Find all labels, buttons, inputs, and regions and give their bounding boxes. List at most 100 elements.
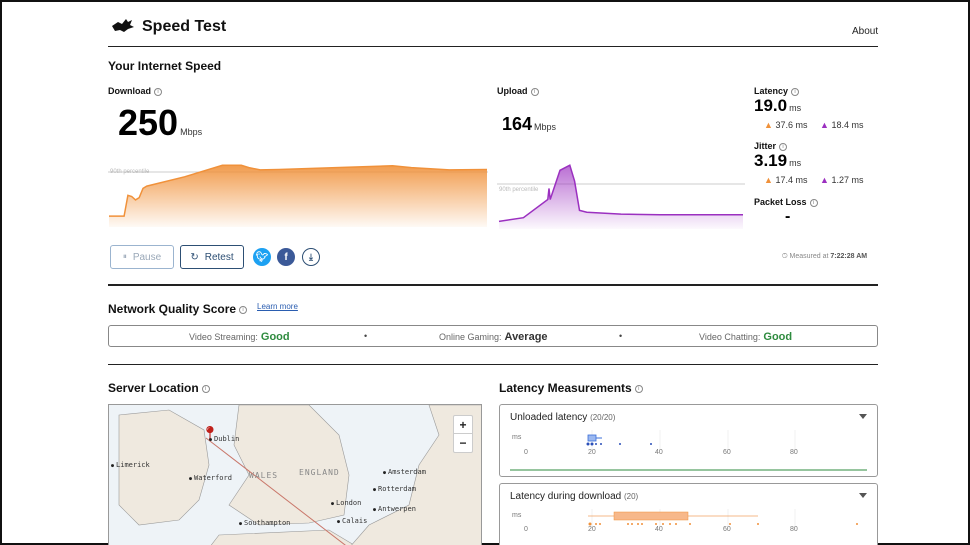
section-divider [108, 284, 878, 286]
separator-dot: • [364, 331, 368, 341]
info-icon[interactable]: i [530, 87, 539, 96]
pause-icon: ⏸ [122, 252, 127, 261]
map-zoom-control: + − [453, 415, 473, 453]
point [619, 443, 621, 445]
zoom-out-button[interactable]: − [454, 434, 472, 452]
info-icon[interactable]: i [201, 384, 210, 393]
city-label: Calais [337, 517, 367, 525]
city-label: Limerick [111, 461, 150, 469]
download-results-button[interactable]: ⤓ [302, 248, 320, 266]
zoom-in-button[interactable]: + [454, 416, 472, 434]
tick-label: 20 [588, 449, 596, 456]
tick-label: 20 [588, 526, 596, 533]
upload-value: 164 Mbps [502, 114, 557, 134]
tick-label: 40 [655, 449, 663, 456]
point [595, 443, 597, 445]
info-icon[interactable]: i [154, 87, 162, 96]
unloaded-latency-panel: Unloaded latency (20/20) ms 0 20 40 60 8… [499, 404, 878, 477]
tick-label: 40 [655, 526, 663, 533]
collapse-caret-icon[interactable] [859, 414, 867, 419]
packet-loss-label: Packet Loss i [754, 197, 818, 207]
percentile-label: 90th percentile [499, 187, 539, 193]
point [586, 442, 590, 446]
learn-more-link[interactable]: Learn more [257, 302, 298, 311]
network-quality-box: Video Streaming: Good • Online Gaming: Ave… [108, 325, 878, 347]
retest-button[interactable]: ↻ Retest [180, 245, 244, 269]
twitter-icon: 🐦︎ [255, 251, 269, 263]
internet-speed-title: Your Internet Speed [108, 59, 222, 73]
unloaded-latency-title: Unloaded latency (20/20) [510, 412, 616, 423]
download-icon: ⤓ [309, 251, 313, 262]
jitter-upload: ▲ 1.27 ms [820, 175, 864, 185]
packet-loss-value: - [785, 208, 791, 225]
info-icon[interactable]: i [779, 142, 788, 151]
download-value: 250 Mbps [118, 102, 203, 143]
section-divider [108, 364, 878, 365]
city-label: Rotterdam [373, 485, 416, 493]
upload-person-icon: ▲ [820, 120, 829, 130]
about-link[interactable]: About [852, 26, 878, 37]
download-latency-panel: Latency during download (20) ms 0 20 40 … [499, 483, 878, 545]
rabbit-logo-icon [110, 16, 136, 36]
city-label: London [331, 499, 361, 507]
box [587, 434, 597, 442]
tick-label: 60 [723, 449, 731, 456]
upload-person-icon: ▲ [820, 175, 829, 185]
collapse-caret-icon[interactable] [859, 493, 867, 498]
latency-measurements-title: Latency Measurements i [499, 381, 643, 395]
measured-at: 🕓︎ Measured at 7:22:28 AM [782, 253, 868, 260]
online-gaming-score: Online Gaming: Average [439, 331, 548, 343]
download-area [109, 165, 487, 227]
download-latency-title: Latency during download (20) [510, 491, 639, 502]
point [650, 443, 652, 445]
region-label: ENGLAND [299, 468, 340, 477]
map-land [118, 405, 481, 545]
refresh-icon: ↻ [190, 251, 199, 263]
percentile-label: 90th percentile [110, 169, 150, 175]
city-label: Waterford [189, 474, 232, 482]
unloaded-latency-plot [510, 430, 867, 471]
latency-label: Latency i [754, 86, 800, 96]
tick-label: 0 [524, 526, 528, 533]
clock-icon: 🕓︎ [782, 253, 788, 260]
city-label: Amsterdam [383, 468, 426, 476]
download-latency-plot [588, 509, 858, 529]
tick-label: 80 [790, 449, 798, 456]
info-icon[interactable]: i [809, 198, 818, 207]
download-person-icon: ▲ [764, 120, 773, 130]
video-chatting-score: Video Chatting: Good [699, 331, 793, 343]
download-label: Download i [108, 86, 162, 96]
info-icon[interactable]: i [634, 384, 643, 393]
jitter-value: 3.19 ms [754, 151, 802, 170]
facebook-share-button[interactable]: f [277, 248, 295, 266]
upload-chart: 90th percentile [497, 164, 745, 229]
city-label: Southampton [239, 519, 290, 527]
point [590, 442, 594, 446]
region-label: WALES [249, 471, 279, 480]
jitter-download: ▲ 17.4 ms [764, 175, 808, 185]
network-quality-title: Network Quality Score i [108, 302, 248, 316]
info-icon[interactable]: i [791, 87, 800, 96]
latency-value: 19.0 ms [754, 96, 802, 115]
latency-upload: ▲ 18.4 ms [820, 120, 864, 130]
download-chart: 90th percentile [108, 164, 488, 227]
tick-label: 60 [723, 526, 731, 533]
tick-label: 0 [524, 449, 528, 456]
server-location-title: Server Location i [108, 381, 210, 395]
server-map[interactable]: 📍︎ Dublin Limerick Waterford Southampton… [108, 404, 482, 545]
twitter-share-button[interactable]: 🐦︎ [253, 248, 271, 266]
download-person-icon: ▲ [764, 175, 773, 185]
app-title: Speed Test [142, 18, 227, 35]
city-label: Antwerpen [373, 505, 416, 513]
separator-dot: • [619, 331, 623, 341]
pause-button[interactable]: ⏸ Pause [110, 245, 174, 269]
point [600, 443, 602, 445]
upload-label: Upload i [497, 86, 539, 96]
facebook-icon: f [284, 251, 288, 263]
info-icon[interactable]: i [239, 305, 248, 314]
tick-label: 80 [790, 526, 798, 533]
latency-download: ▲ 37.6 ms [764, 120, 808, 130]
box [613, 511, 689, 521]
jitter-label: Jitter i [754, 141, 788, 151]
header-divider [108, 46, 878, 47]
